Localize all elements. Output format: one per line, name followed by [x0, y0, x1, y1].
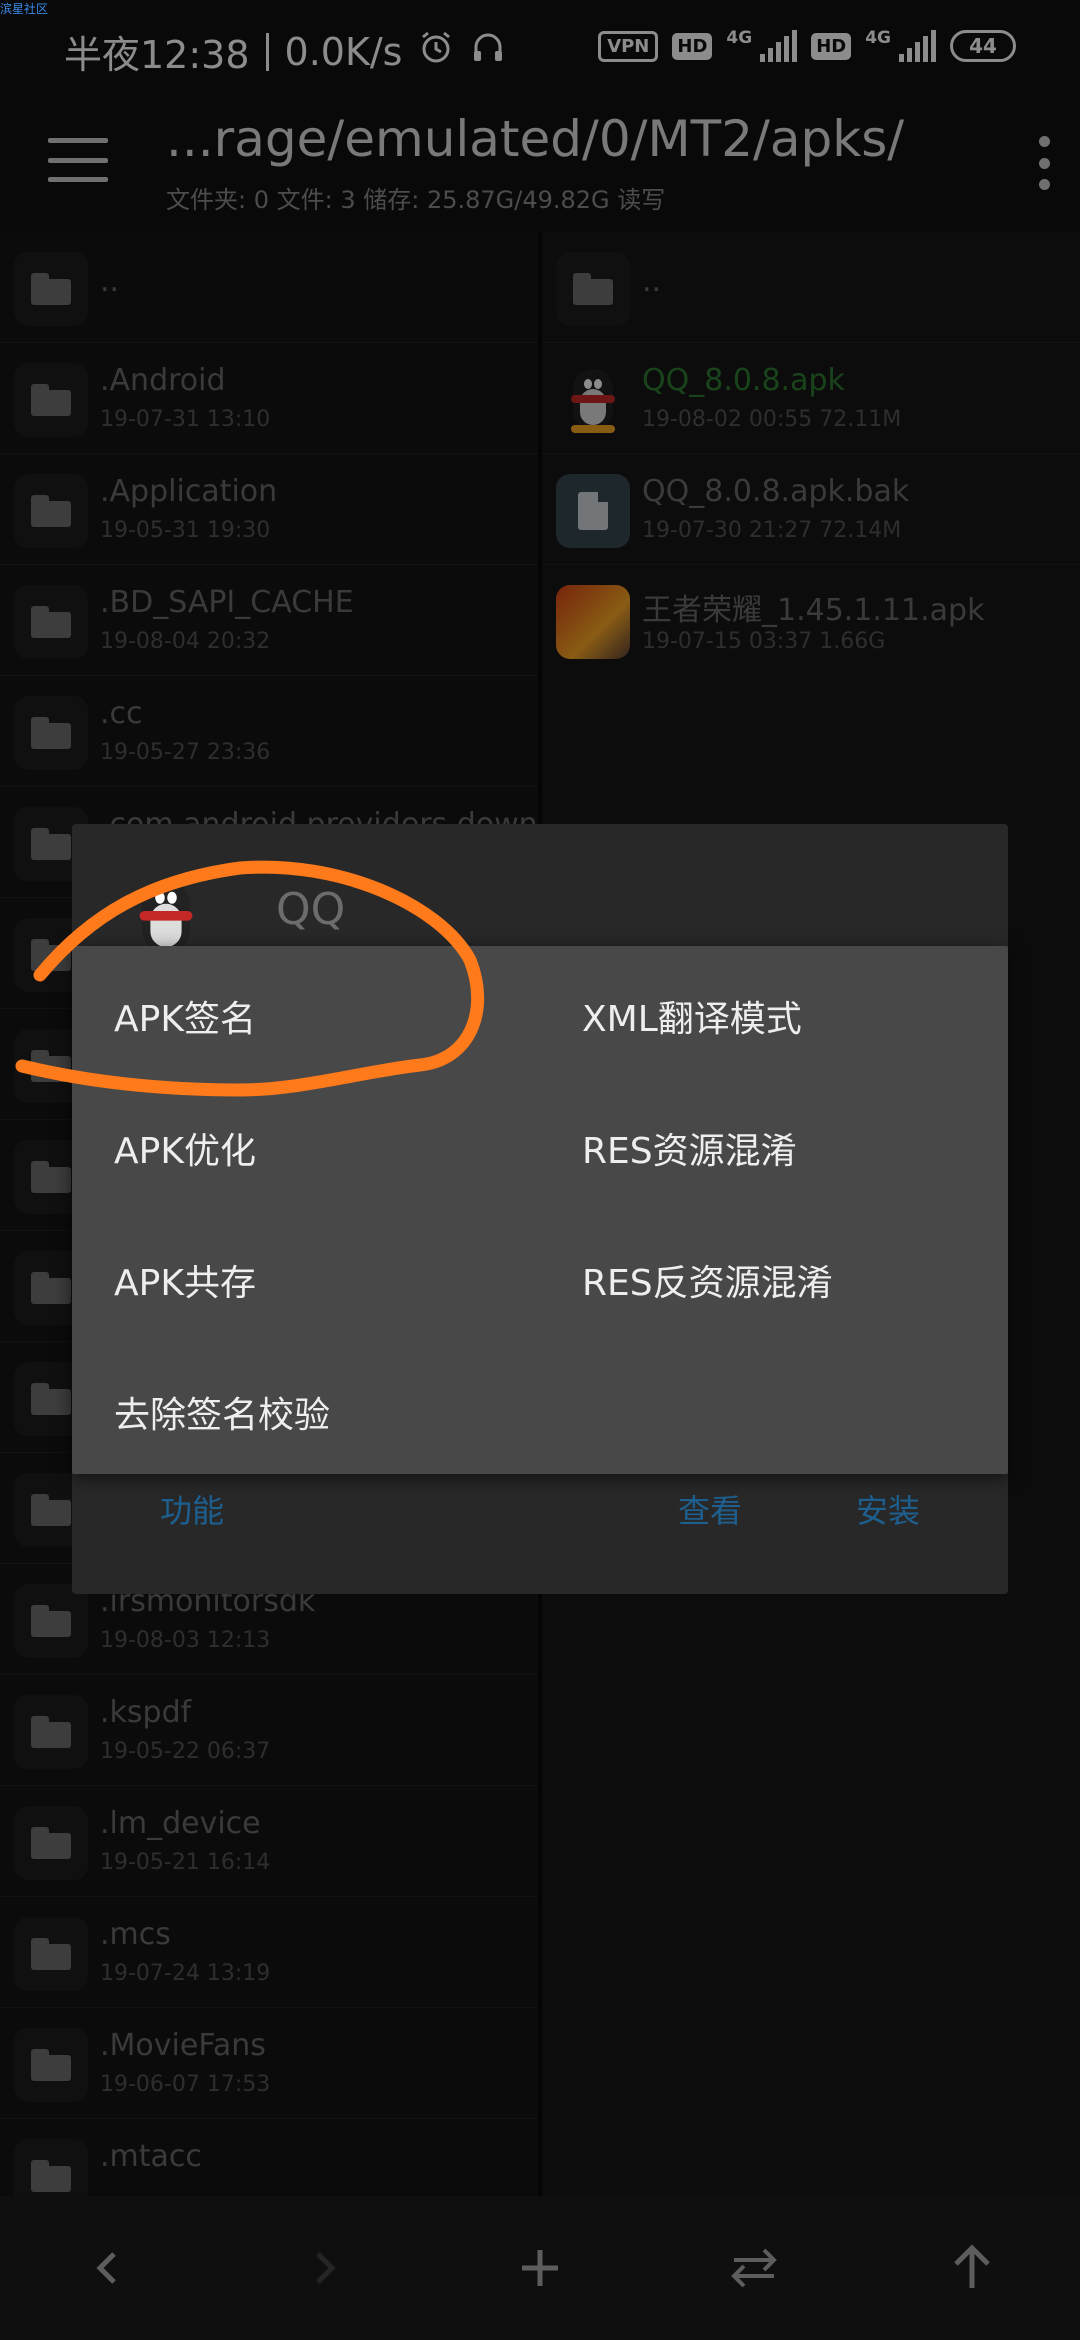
menu-item-apk-coexist[interactable]: APK共存 — [114, 1254, 256, 1306]
function-button[interactable]: 功能 — [160, 1486, 224, 1532]
function-popup-menu: APK签名 XML翻译模式 APK优化 RES资源混淆 APK共存 RES反资源… — [72, 946, 1008, 1474]
view-button[interactable]: 查看 — [678, 1486, 742, 1532]
dialog-title: QQ — [276, 884, 346, 935]
menu-item-apk-optimize[interactable]: APK优化 — [114, 1122, 256, 1174]
menu-item-res-obfuscate[interactable]: RES资源混淆 — [582, 1122, 797, 1174]
watermark-text: 滨星社区 — [0, 2, 49, 16]
menu-item-xml-translate[interactable]: XML翻译模式 — [582, 990, 802, 1042]
menu-item-apk-sign[interactable]: APK签名 — [114, 990, 256, 1042]
menu-item-res-deobfuscate[interactable]: RES反资源混淆 — [582, 1254, 833, 1306]
install-button[interactable]: 安装 — [856, 1486, 920, 1532]
menu-item-remove-sign-check[interactable]: 去除签名校验 — [114, 1386, 330, 1438]
